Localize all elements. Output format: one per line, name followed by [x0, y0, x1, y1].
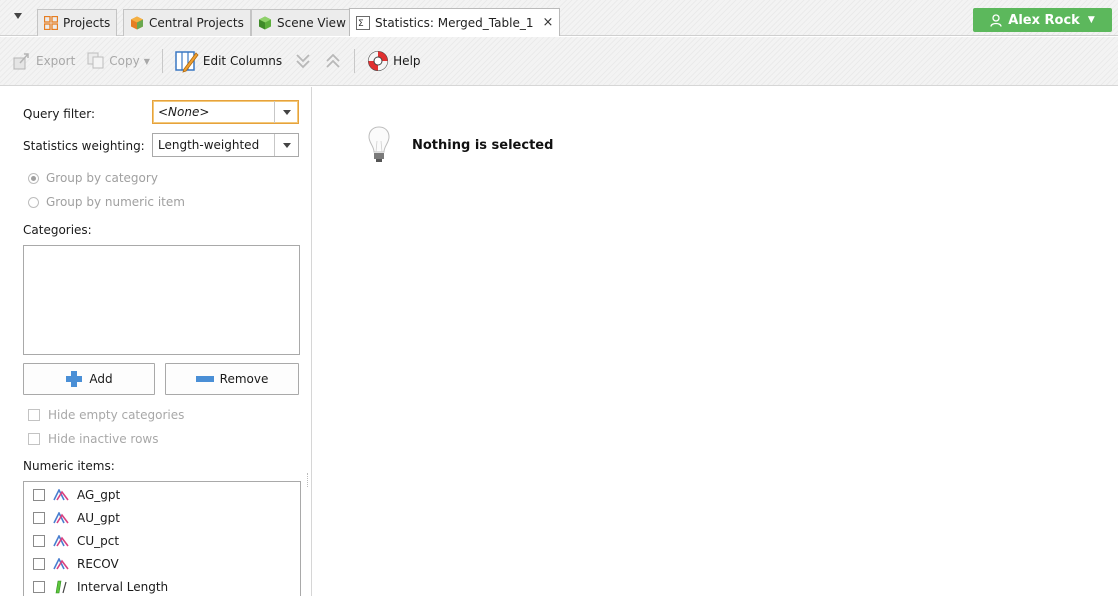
- tab-bar: Projects Central Projects Scene View Σ S…: [0, 0, 1118, 36]
- edit-columns-button[interactable]: Edit Columns: [175, 49, 282, 73]
- checkbox-box[interactable]: [33, 512, 45, 524]
- statistics-settings-panel: Query filter: <None> Statistics weightin…: [0, 87, 312, 596]
- user-icon: [990, 13, 1002, 27]
- numeric-items-label: Numeric items:: [23, 459, 115, 473]
- statistics-weighting-label: Statistics weighting:: [23, 139, 145, 153]
- user-name: Alex Rock: [1008, 12, 1080, 28]
- toolbar-separator: [354, 49, 356, 73]
- remove-category-button[interactable]: Remove: [165, 363, 299, 395]
- lifebuoy-icon: [368, 51, 389, 71]
- export-label: Export: [36, 54, 76, 68]
- numeric-item-recov[interactable]: RECOV: [33, 557, 119, 571]
- hide-inactive-label: Hide inactive rows: [48, 432, 159, 446]
- item-label: AU_gpt: [77, 511, 120, 525]
- checkbox-box[interactable]: [33, 581, 45, 593]
- statistics-icon: Σ: [356, 15, 370, 30]
- checkbox-box[interactable]: [33, 558, 45, 570]
- minus-icon: [195, 376, 214, 382]
- nothing-selected-message: Nothing is selected: [412, 137, 554, 153]
- help-button[interactable]: Help: [367, 50, 421, 72]
- item-label: Interval Length: [77, 580, 169, 594]
- numeric-icon: [53, 489, 69, 501]
- panel-resize-grip[interactable]: [307, 473, 309, 487]
- lightbulb-icon: [368, 126, 390, 162]
- group-by-numeric-radio[interactable]: Group by numeric item: [28, 195, 185, 209]
- group-by-category-label: Group by category: [46, 171, 158, 185]
- chevron-down-icon: ▼: [143, 56, 150, 66]
- numeric-item-au-gpt[interactable]: AU_gpt: [33, 511, 120, 525]
- edit-columns-icon: [175, 51, 199, 73]
- projects-icon: [44, 16, 58, 30]
- copy-icon: [87, 52, 104, 69]
- numeric-icon: [53, 558, 69, 570]
- help-label: Help: [393, 54, 421, 68]
- chevron-down-icon: [274, 134, 298, 156]
- plus-icon: [66, 371, 83, 387]
- tab-projects[interactable]: Projects: [37, 9, 118, 36]
- remove-label: Remove: [219, 372, 269, 386]
- categories-list[interactable]: [23, 245, 300, 355]
- double-chevron-down-icon: [296, 54, 310, 69]
- toolbar: Export Copy ▼ Edit Columns Help: [0, 37, 1118, 86]
- item-label: CU_pct: [77, 534, 120, 548]
- checkbox-box: [28, 409, 40, 421]
- checkbox-box[interactable]: [33, 535, 45, 547]
- numeric-item-ag-gpt[interactable]: AG_gpt: [33, 488, 120, 502]
- hide-empty-categories-checkbox[interactable]: Hide empty categories: [28, 408, 184, 422]
- export-button[interactable]: Export: [12, 51, 75, 71]
- scene-view-icon: [259, 16, 271, 30]
- item-label: AG_gpt: [77, 488, 121, 502]
- add-category-button[interactable]: Add: [23, 363, 155, 395]
- tab-label: Statistics: Merged_Table_1: [375, 15, 534, 30]
- numeric-item-cu-pct[interactable]: CU_pct: [33, 534, 119, 548]
- double-chevron-up-icon: [326, 53, 340, 68]
- move-down-button[interactable]: [294, 52, 312, 70]
- copy-button[interactable]: Copy ▼: [87, 52, 150, 70]
- statistics-weighting-select[interactable]: Length-weighted: [152, 133, 299, 157]
- chevron-down-icon: [274, 101, 298, 123]
- toolbar-separator: [161, 49, 163, 73]
- query-filter-value: <None>: [158, 105, 210, 119]
- tab-label: Scene View: [277, 16, 346, 30]
- tab-label: Central Projects: [149, 16, 244, 30]
- edit-columns-label: Edit Columns: [202, 54, 283, 68]
- numeric-item-interval-length[interactable]: Interval Length: [33, 580, 168, 594]
- add-label: Add: [89, 372, 113, 386]
- radio-indicator: [28, 196, 39, 208]
- tab-label: Projects: [63, 16, 111, 30]
- copy-label: Copy: [109, 54, 140, 68]
- numeric-icon: [53, 512, 69, 524]
- move-up-button[interactable]: [324, 52, 342, 70]
- query-filter-select[interactable]: <None>: [152, 100, 299, 124]
- close-tab-icon[interactable]: ×: [542, 15, 553, 30]
- categories-label: Categories:: [23, 223, 92, 237]
- tab-scene-view[interactable]: Scene View: [251, 9, 353, 36]
- tab-statistics[interactable]: Σ Statistics: Merged_Table_1 ×: [349, 8, 561, 36]
- statistics-weighting-value: Length-weighted: [158, 138, 260, 152]
- interval-length-icon: [55, 580, 67, 594]
- group-by-category-radio[interactable]: Group by category: [28, 171, 158, 185]
- checkbox-box[interactable]: [33, 489, 45, 501]
- export-icon: [13, 53, 29, 70]
- central-projects-icon: [131, 16, 143, 30]
- item-label: RECOV: [77, 557, 119, 571]
- chevron-down-icon: ▼: [1087, 15, 1095, 25]
- svg-text:Σ: Σ: [358, 19, 364, 29]
- user-account-button[interactable]: Alex Rock ▼: [973, 8, 1112, 32]
- checkbox-box: [28, 433, 40, 445]
- group-by-numeric-label: Group by numeric item: [46, 195, 185, 209]
- numeric-icon: [53, 535, 69, 547]
- numeric-items-list: AG_gpt AU_gpt CU_pct RECOV Interval Leng…: [23, 481, 301, 596]
- empty-state: Nothing is selected: [368, 126, 553, 164]
- hide-empty-label: Hide empty categories: [48, 408, 185, 422]
- tab-central-projects[interactable]: Central Projects: [123, 9, 251, 36]
- tab-menu-dropdown-icon[interactable]: [14, 13, 22, 19]
- radio-indicator: [28, 172, 39, 184]
- hide-inactive-rows-checkbox[interactable]: Hide inactive rows: [28, 432, 158, 446]
- query-filter-label: Query filter:: [23, 107, 96, 121]
